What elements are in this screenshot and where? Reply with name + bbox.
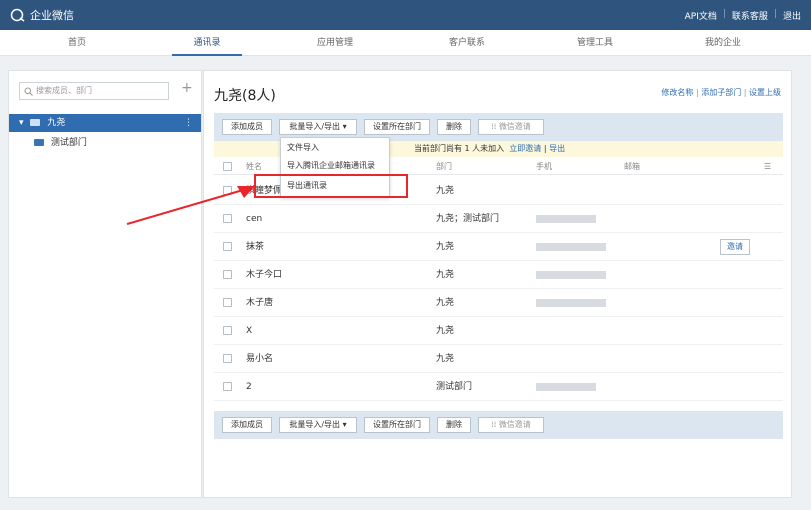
column-menu-icon[interactable]: ☰ — [764, 159, 771, 175]
select-all-checkbox[interactable] — [223, 162, 232, 171]
wechat-invite-label: 微信邀请 — [498, 122, 531, 131]
header-name: 姓名 — [246, 162, 262, 171]
delete-button[interactable]: 删除 — [437, 417, 471, 433]
separator: | — [722, 9, 726, 19]
table-row[interactable]: X 九尧 — [214, 317, 783, 345]
contact-support-link[interactable]: 联系客服 — [732, 9, 768, 22]
menu-item-import-exmail[interactable]: 导入腾讯企业邮箱通讯录 — [287, 158, 375, 174]
notice-text: 当前部门尚有 1 人未加入 — [414, 144, 505, 153]
top-links: API文档 | 联系客服 | 退出 — [685, 9, 801, 22]
wechat-invite-label: 微信邀请 — [498, 420, 531, 429]
header-dept: 部门 — [436, 162, 452, 171]
tab-app-management[interactable]: 应用管理 — [300, 30, 370, 56]
department-actions: 修改名称 | 添加子部门 | 设置上级 — [661, 87, 781, 98]
row-checkbox[interactable] — [223, 354, 232, 363]
table-row[interactable]: 2 测试部门 — [214, 373, 783, 401]
header-phone: 手机 — [536, 162, 552, 171]
member-name: 木子今口 — [246, 270, 283, 280]
member-dept: 九尧 — [436, 270, 455, 280]
logout-link[interactable]: 退出 — [783, 9, 801, 22]
member-dept: 九尧；测试部门 — [436, 214, 500, 224]
brand[interactable]: 企业微信 — [10, 7, 74, 23]
tab-home[interactable]: 首页 — [42, 30, 112, 56]
member-dept: 九尧 — [436, 242, 455, 252]
separator: | — [773, 9, 777, 19]
add-member-button[interactable]: 添加成员 — [222, 417, 272, 433]
row-checkbox[interactable] — [223, 270, 232, 279]
search-placeholder: 搜索成员、部门 — [36, 86, 92, 95]
member-dept: 九尧 — [436, 354, 455, 364]
member-list-panel: 九尧(8人) 修改名称 | 添加子部门 | 设置上级 添加成员 批量导入/导出 … — [203, 70, 792, 498]
folder-icon — [30, 119, 41, 126]
tree-item-label: 测试部门 — [50, 138, 87, 148]
api-doc-link[interactable]: API文档 — [685, 9, 717, 22]
search-icon — [24, 87, 33, 96]
table-row[interactable]: cen 九尧；测试部门 — [214, 205, 783, 233]
member-name: 易小名 — [246, 354, 274, 364]
table-row[interactable]: 易小名 九尧 — [214, 345, 783, 373]
toolbar-bottom: 添加成员 批量导入/导出 ▾ 设置所在部门 删除 ⁞⁞ 微信邀请 — [214, 411, 783, 439]
grid-icon: ⁞⁞ — [491, 122, 499, 131]
search-input[interactable]: 搜索成员、部门 — [19, 82, 169, 100]
grid-icon: ⁞⁞ — [491, 420, 499, 429]
header-email: 邮箱 — [624, 162, 640, 171]
batch-import-export-button[interactable]: 批量导入/导出 ▾ — [279, 119, 357, 135]
table-row[interactable]: 木子今口 九尧 — [214, 261, 783, 289]
caret-down-icon: ▾ — [19, 118, 24, 128]
invite-button[interactable]: 邀请 — [720, 239, 750, 255]
tab-contacts[interactable]: 通讯录 — [172, 30, 242, 56]
folder-icon — [34, 139, 44, 146]
wechat-invite-button[interactable]: ⁞⁞ 微信邀请 — [478, 119, 544, 135]
brand-name: 企业微信 — [30, 9, 74, 22]
wework-logo-icon — [10, 8, 25, 22]
department-tree-panel: 搜索成员、部门 + ▾ 九尧 ⋮ 测试部门 — [8, 70, 202, 498]
row-checkbox[interactable] — [223, 382, 232, 391]
table-row[interactable]: 木子唐 九尧 — [214, 289, 783, 317]
row-checkbox[interactable] — [223, 326, 232, 335]
member-name: 2 — [246, 382, 252, 392]
phone-redacted — [536, 383, 596, 391]
top-bar: 企业微信 API文档 | 联系客服 | 退出 — [0, 0, 811, 30]
tree-item-root[interactable]: ▾ 九尧 ⋮ — [9, 114, 201, 132]
menu-item-file-import[interactable]: 文件导入 — [287, 140, 319, 156]
tree-item-test-dept[interactable]: 测试部门 — [34, 135, 87, 151]
member-dept: 九尧 — [436, 326, 455, 336]
rename-link[interactable]: 修改名称 — [661, 88, 693, 97]
annotation-arrow-icon — [126, 186, 255, 225]
table-row[interactable]: 抹茶 九尧 邀请 — [214, 233, 783, 261]
member-dept: 测试部门 — [436, 382, 473, 392]
page-title: 九尧(8人) — [214, 88, 276, 104]
tree-item-label: 九尧 — [47, 118, 66, 128]
phone-redacted — [536, 215, 596, 223]
more-icon[interactable]: ⋮ — [184, 114, 193, 132]
row-checkbox[interactable] — [223, 298, 232, 307]
set-parent-link[interactable]: 设置上级 — [749, 88, 781, 97]
invite-now-link[interactable]: 立即邀请 — [509, 144, 541, 153]
wechat-invite-button[interactable]: ⁞⁞ 微信邀请 — [478, 417, 544, 433]
tab-management-tools[interactable]: 管理工具 — [560, 30, 630, 56]
set-department-button[interactable]: 设置所在部门 — [364, 417, 430, 433]
batch-import-export-button[interactable]: 批量导入/导出 ▾ — [279, 417, 357, 433]
phone-redacted — [536, 299, 606, 307]
tab-my-company[interactable]: 我的企业 — [688, 30, 758, 56]
highlight-box — [254, 174, 408, 198]
member-name: 抹茶 — [246, 242, 265, 252]
main-nav: 首页 通讯录 应用管理 客户联系 管理工具 我的企业 — [0, 30, 811, 56]
add-department-button[interactable]: + — [181, 80, 193, 96]
add-subdepartment-link[interactable]: 添加子部门 — [701, 88, 741, 97]
member-name: 木子唐 — [246, 298, 274, 308]
phone-redacted — [536, 271, 606, 279]
phone-redacted — [536, 243, 606, 251]
tab-customer-contact[interactable]: 客户联系 — [432, 30, 502, 56]
member-dept: 九尧 — [436, 298, 455, 308]
export-link[interactable]: 导出 — [549, 144, 565, 153]
add-member-button[interactable]: 添加成员 — [222, 119, 272, 135]
row-checkbox[interactable] — [223, 242, 232, 251]
set-department-button[interactable]: 设置所在部门 — [364, 119, 430, 135]
notice-content: 当前部门尚有 1 人未加入 立即邀请 | 导出 — [414, 141, 565, 157]
member-name: X — [246, 326, 253, 336]
member-dept: 九尧 — [436, 186, 455, 196]
delete-button[interactable]: 删除 — [437, 119, 471, 135]
